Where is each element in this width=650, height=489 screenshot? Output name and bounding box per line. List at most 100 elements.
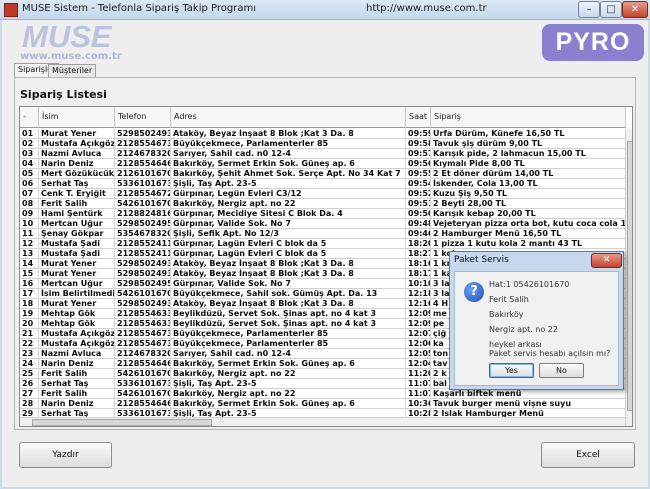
cell-phone: 2128554673 [117,339,171,349]
pyro-logo: PYRO [542,24,644,61]
cell-phone: 2128824816 [117,209,171,219]
cell-time: 09:58 [408,139,431,149]
cell-index: 19 [20,309,39,319]
cell-name: Nazmi Avluca [39,349,115,359]
dialog-note: heykel arkası [489,340,542,349]
horizontal-scroll-thumb[interactable] [32,419,212,426]
cell-name: Mehtap Gök [39,309,115,319]
table-row[interactable]: 07 Cenk T. Eryiğit 2128554672 Gürpınar, Leg… [20,189,626,199]
cell-order: Karışık pide, 2 lahmacun 15,00 TL [431,149,626,159]
cell-name: Mertcan Uğur [39,279,115,289]
table-row[interactable]: 10 Mertcan Uğur 5298502495 Gürpınar, Valide… [20,219,626,229]
cell-name: Murat Yener [39,299,115,309]
cell-index: 16 [20,279,39,289]
dialog-yes-button[interactable]: Yes [489,363,534,378]
cell-phone: 5298502493 [117,299,171,309]
excel-button[interactable]: Excel [541,442,635,468]
table-row[interactable]: 11 Şenay Gökpar 5354678320 Şişli, Sefik Apt… [20,229,626,239]
cell-address: Bakırköy, Nergiz apt. no 22 [171,199,406,209]
table-header: - İsim Telefon Adres Saat Sipariş [20,107,626,128]
cell-name: Mehtap Gök [39,319,115,329]
cell-index: 17 [20,289,39,299]
cell-time: 18:16 [408,259,431,269]
table-row[interactable]: 28 Narin Deniz 2128554646 Bakırköy, Sermet … [20,399,626,409]
close-button[interactable]: ✕ [622,1,648,18]
cell-time: 11:20 [408,369,431,379]
cell-phone: 5426101670 [117,289,171,299]
cell-phone: 5426101670 [117,369,171,379]
cell-phone: 5336101673 [117,179,171,189]
cell-index: 27 [20,389,39,399]
cell-order: 2 Hamburger Menü 16,50 TL [431,229,626,239]
table-row[interactable]: 06 Serhat Taş 5336101673 Şişli, Taş Apt. 23… [20,179,626,189]
dialog-phone: Hat:1 05426101670 [489,280,570,289]
dialog-district: Bakırköy [489,310,524,319]
cell-index: 10 [20,219,39,229]
cell-address: Gürpınar, Valide Sok. No 7 [171,279,406,289]
cell-time: 12:18 [408,289,431,299]
tab-musteriler[interactable]: Müşteriler [48,64,97,77]
dialog-address: Nergiz apt. no 22 [489,325,558,334]
column-header-address[interactable]: Adres [171,107,406,128]
table-row[interactable]: 01 Murat Yener 5298502493 Ataköy, Beyaz İnş… [20,129,626,139]
table-row[interactable]: 08 Ferit Salih 5426101670 Bakırköy, Nergiz … [20,199,626,209]
cell-name: Mustafa Açıkgöz [41,339,115,349]
cell-name: Narin Deniz [39,399,115,409]
cell-index: 26 [20,379,39,389]
cell-address: Büyükçekmece, Parlamenterler 85 [171,139,406,149]
print-button[interactable]: Yazdır [19,442,112,468]
cell-time: 12:05 [408,349,431,359]
column-header-order[interactable]: Sipariş [431,107,626,128]
cell-time: 09:46 [408,229,431,239]
list-title: Sipariş Listesi [20,88,107,101]
cell-index: 06 [20,179,39,189]
vertical-scroll-thumb[interactable] [627,141,632,411]
cell-order: 2 Beyti 28,00 TL [431,199,626,209]
cell-name: Cenk T. Eryiğit [39,189,115,199]
cell-name: Ferit Salih [39,369,115,379]
table-row[interactable]: 03 Nazmi Avluca 2124678320 Sarıyer, Sahil c… [20,149,626,159]
vertical-scrollbar[interactable] [625,129,632,426]
cell-address: Bakırköy, Nergiz apt. no 22 [171,369,406,379]
column-header-phone[interactable]: Telefon [115,107,171,128]
column-header-time[interactable]: Saat [406,107,431,128]
column-header-index[interactable]: - [20,107,39,128]
dialog-customer-name: Ferit Salih [489,295,529,304]
cell-address: Gürpınar, Lagün Evleri C blok da 5 [171,239,406,249]
cell-name: Murat Yener [39,259,115,269]
table-row[interactable]: 02 Mustafa Açıkgöz 2128554673 Büyükçekmece,… [20,139,626,149]
horizontal-scrollbar[interactable] [20,417,625,426]
window-titlebar: MUSE Sistem - Telefonla Sipariş Takip Pr… [0,0,650,20]
cell-phone: 5298502493 [117,259,171,269]
cell-name: İsim Belirtilmedi! [41,289,115,299]
minimize-button[interactable]: – [578,1,600,18]
cell-index: 18 [20,299,39,309]
cell-time: 09:56 [408,159,431,169]
cell-index: 20 [20,319,39,329]
cell-address: Büyükçekmece, Parlamenterler 85 [171,339,406,349]
cell-name: Narin Deniz [39,359,115,369]
table-row[interactable]: 27 Ferit Salih 5426101670 Bakırköy, Nergiz … [20,389,626,399]
table-row[interactable]: 04 Narin Deniz 2128554646 Bakırköy, Sermet … [20,159,626,169]
column-header-name[interactable]: İsim [39,107,115,128]
cell-name: Mustafa Şadi [39,249,115,259]
cell-address: Şişli, Taş Apt. 23-5 [171,179,406,189]
cell-order: Kuzu Şiş 9,50 TL [431,189,626,199]
cell-address: Beylikdüzü, Servet Sok. Şinas apt. no 4 … [171,319,406,329]
cell-order: Karışık kebap 20,00 TL [431,209,626,219]
cell-phone: 2128554633 [117,319,171,329]
cell-time: 09:57 [408,149,431,159]
cell-order: 1 pizza 1 kutu kola 2 mantı 43 TL [431,239,626,249]
cell-time: 12:09 [408,319,431,329]
cell-time: 18:27 [408,249,431,259]
cell-time: 12:06 [408,339,431,349]
cell-time: 09:55 [408,169,431,179]
cell-time: 12:04 [408,359,431,369]
dialog-no-button[interactable]: No [539,363,584,378]
table-row[interactable]: 12 Mustafa Şadi 2128552411 Gürpınar, Lagün … [20,239,626,249]
table-row[interactable]: 05 Mert Gözükücük 2126101670 Bakırköy, Şehi… [20,169,626,179]
dialog-close-button[interactable]: ✕ [591,253,622,268]
paket-servis-dialog: Paket Servis ✕ ? Hat:1 05426101670 Ferit… [449,251,624,390]
table-row[interactable]: 09 Hami Şentürk 2128824816 Gürpınar, Mecidi… [20,209,626,219]
maximize-button[interactable]: □ [600,1,622,18]
